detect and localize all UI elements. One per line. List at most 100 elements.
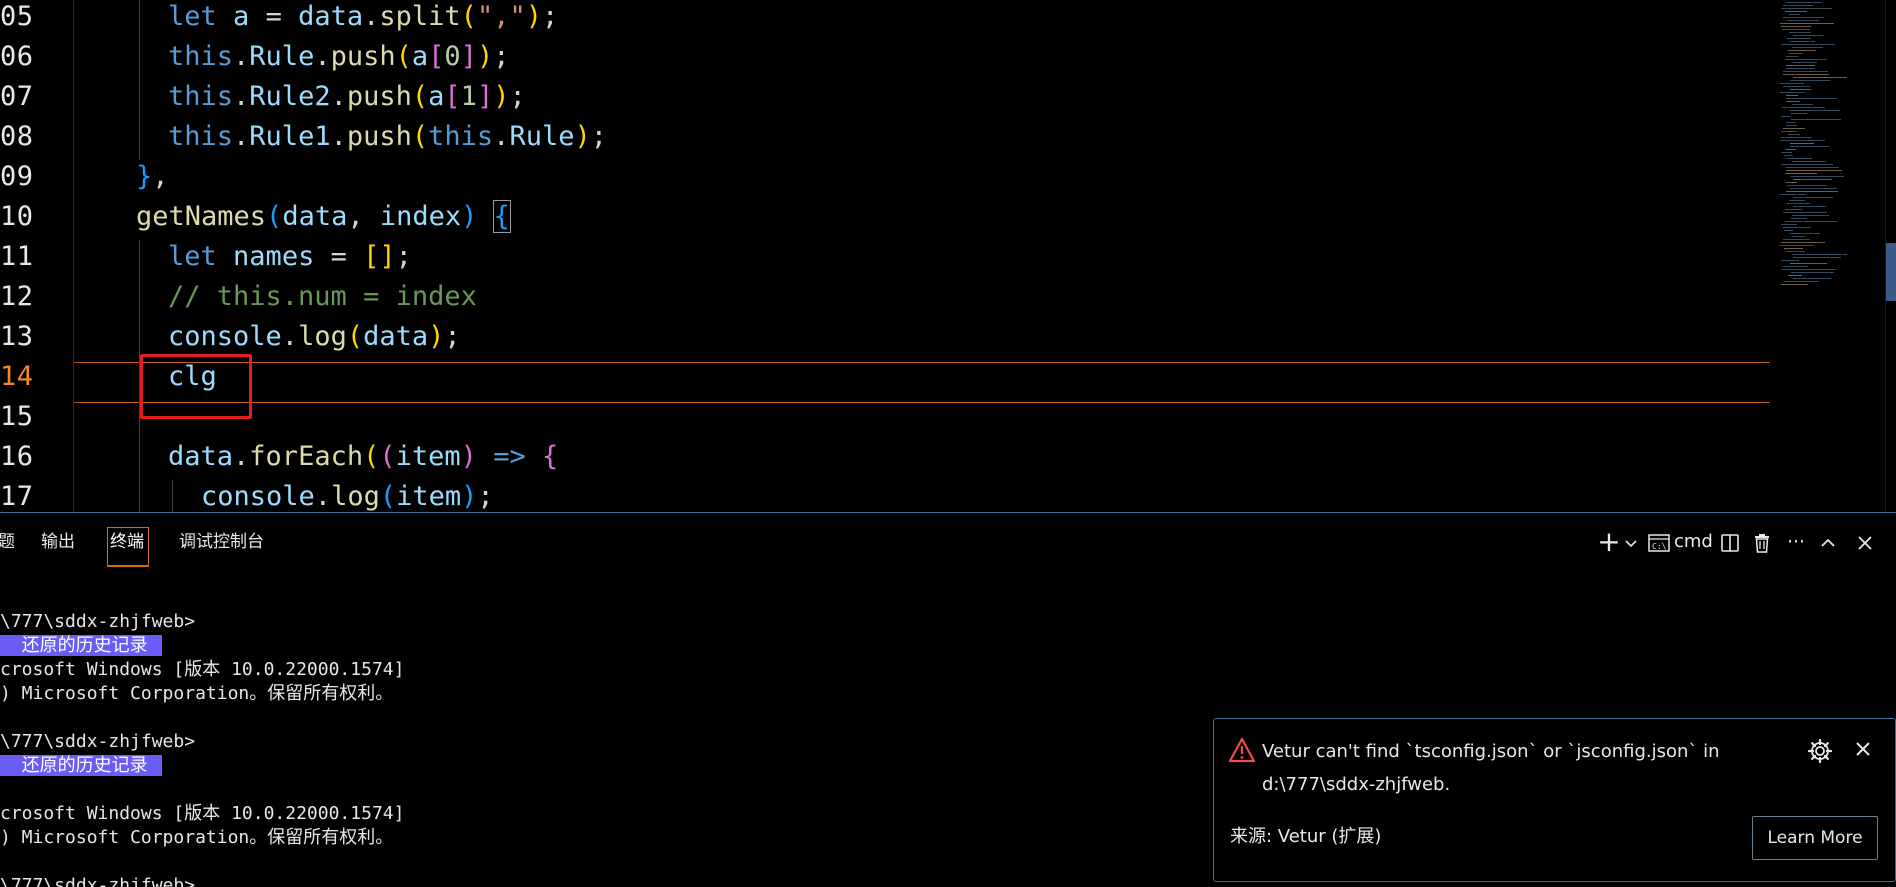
code-line[interactable]: getNames(data, index) { (136, 197, 511, 237)
code-line[interactable]: let a = data.split(","); (168, 0, 558, 37)
minimap-line (1787, 185, 1827, 186)
minimap-line (1790, 188, 1837, 189)
notification-source: 来源: Vetur (扩展) (1230, 826, 1382, 847)
minimap-line (1780, 194, 1806, 195)
terminal-line: crosoft Windows [版本 10.0.22000.1574] (0, 802, 404, 826)
minimap-line (1786, 170, 1842, 171)
code-line[interactable]: this.Rule2.push(a[1]); (168, 77, 526, 117)
code-token: ( (411, 81, 429, 112)
code-token: [ (444, 81, 461, 112)
close-panel-icon[interactable] (1852, 527, 1878, 557)
minimap-line (1791, 176, 1844, 177)
code-token: ) (461, 481, 478, 512)
terminal-text: \777\sddx-zhjfweb> (0, 875, 196, 887)
minimap-line (1793, 77, 1847, 78)
code-token: . (233, 41, 250, 72)
code-token: names (233, 241, 315, 272)
minimap-line (1791, 119, 1841, 120)
ellipsis-icon[interactable]: ··· (1781, 527, 1811, 557)
minimap-line (1787, 20, 1819, 21)
minimap-line (1791, 113, 1807, 114)
minimap-line (1781, 224, 1797, 225)
code-token: ) (476, 41, 494, 72)
code-line[interactable]: let names = []; (168, 237, 412, 277)
code-line[interactable]: console.log(data); (168, 317, 461, 357)
tab-debug-console[interactable]: 调试控制台 (179, 527, 264, 557)
minimap-line (1785, 173, 1817, 174)
code-token: ; (477, 481, 494, 512)
minimap-line (1793, 62, 1817, 63)
minimap-line (1786, 68, 1815, 69)
code-token: [] (363, 241, 396, 272)
minimap-line (1788, 50, 1816, 51)
terminal-line: ) Microsoft Corporation。保留所有权利。 (0, 682, 393, 706)
terminal-text: crosoft Windows [版本 10.0.22000.1574] (0, 803, 405, 824)
notification-toast: Vetur can't find `tsconfig.json` or `jsc… (1213, 718, 1896, 882)
tab-problems[interactable]: 题 (0, 527, 15, 557)
code-token: ( (379, 481, 397, 512)
code-token: , (347, 201, 380, 232)
panel-toolbar: + C:\ cmd ··· (1596, 513, 1896, 569)
tab-output[interactable]: 输出 (41, 527, 75, 557)
editor-scrollbar-thumb[interactable] (1886, 243, 1896, 301)
minimap-line (1791, 218, 1807, 219)
code-token: 0 (444, 41, 461, 72)
plus-icon[interactable]: + (1596, 527, 1622, 557)
code-token: } (136, 161, 153, 192)
tab-terminal[interactable]: 终端 (110, 527, 144, 557)
minimap-line (1786, 98, 1837, 99)
line-number: 07 (0, 81, 34, 112)
minimap-line (1792, 254, 1847, 255)
minimap-line (1786, 95, 1798, 96)
code-line[interactable]: console.log(item); (201, 477, 494, 512)
code-token: . (493, 121, 510, 152)
code-token: index (379, 201, 462, 232)
code-line[interactable]: this.Rule.push(a[0]); (168, 37, 509, 77)
code-token: ( (395, 41, 412, 72)
minimap-line (1789, 200, 1805, 201)
code-line[interactable]: }, (136, 157, 169, 197)
gear-icon[interactable] (1807, 738, 1833, 764)
code-line[interactable]: // this.num = index (168, 277, 477, 317)
minimap-line (1786, 158, 1812, 159)
minimap-line (1789, 14, 1800, 15)
code-token: . (314, 481, 332, 512)
chevron-up-icon[interactable] (1815, 527, 1841, 557)
line-number: 16 (0, 441, 34, 472)
minimap-line (1786, 251, 1805, 252)
minimap-line (1786, 65, 1815, 66)
code-area[interactable]: let a = data.split(","); this.Rule.push(a… (74, 0, 1770, 512)
code-token: push (346, 81, 412, 112)
learn-more-button[interactable]: Learn More (1752, 816, 1878, 860)
code-token: . (330, 81, 347, 112)
close-icon[interactable] (1851, 738, 1875, 762)
code-token: let (168, 241, 217, 272)
minimap-line (1788, 134, 1800, 135)
line-number: 09 (0, 161, 34, 192)
code-line[interactable]: data.forEach((item) => { (168, 437, 558, 477)
minimap[interactable] (1776, 0, 1886, 290)
minimap-line (1780, 83, 1804, 84)
code-editor[interactable]: 05 06 07 08 09 10 11 12 13 14 15 16 17 let a = data.… (0, 0, 1896, 512)
code-token: , (152, 161, 169, 192)
code-token: item (395, 441, 461, 472)
trash-icon[interactable] (1749, 527, 1775, 557)
minimap-line (1786, 2, 1822, 3)
line-number: 14 (0, 361, 34, 392)
code-line[interactable]: this.Rule1.push(this.Rule); (168, 117, 607, 157)
split-icon[interactable] (1717, 527, 1743, 557)
terminal-icon[interactable]: C:\ (1646, 527, 1672, 557)
minimap-line (1785, 221, 1837, 222)
minimap-line (1781, 284, 1808, 285)
terminal-line: 还原的历史记录 (0, 754, 162, 778)
minimap-line (1790, 89, 1811, 90)
terminal-name[interactable]: cmd (1674, 527, 1714, 557)
code-token: data (363, 321, 429, 352)
code-token: ) (461, 201, 478, 232)
minimap-line (1791, 272, 1834, 273)
minimap-line (1781, 116, 1790, 117)
code-token: log (331, 481, 380, 512)
code-token: . (233, 121, 250, 152)
chevron-down-icon[interactable] (1622, 527, 1640, 557)
minimap-line (1783, 86, 1810, 87)
